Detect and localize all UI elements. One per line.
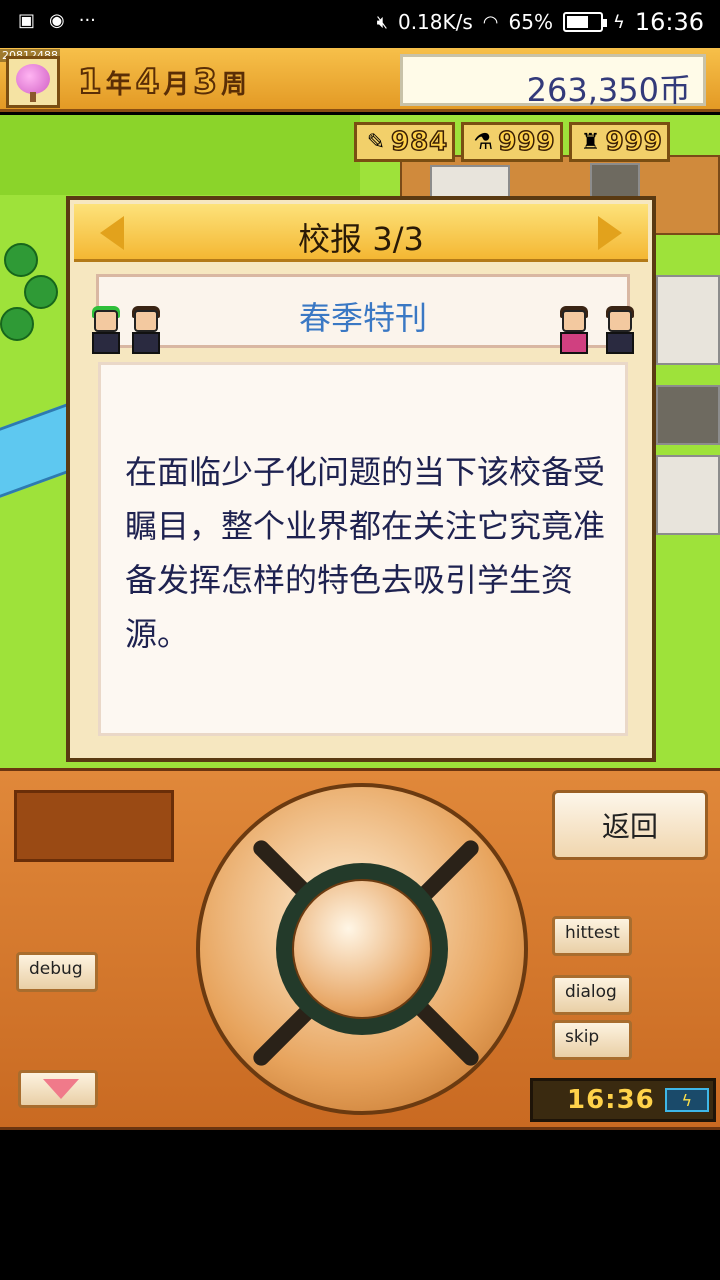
- building: [656, 275, 720, 365]
- chat-icon: ◉: [49, 10, 65, 31]
- down-arrow-icon: [43, 1079, 79, 1099]
- image-icon: ▣: [18, 10, 36, 31]
- student-avatar: [554, 306, 594, 356]
- student-avatar: [126, 306, 166, 356]
- resource-value: 999: [605, 126, 663, 158]
- debug-button[interactable]: debug: [16, 952, 98, 992]
- battery-icon: [562, 12, 607, 32]
- dialog-button[interactable]: dialog: [552, 975, 632, 1015]
- tree-icon: [0, 307, 34, 341]
- building: [656, 455, 720, 535]
- hittest-button[interactable]: hittest: [552, 916, 632, 956]
- resource-bar: ✎ 984 ⚗ 999 ♜ 999: [354, 122, 670, 162]
- wifi-icon: ◠: [482, 11, 499, 33]
- flask-icon: ⚗: [473, 129, 494, 155]
- money-display: 263,350币: [400, 54, 706, 109]
- resource-value: 984: [390, 126, 449, 158]
- more-icon: ···: [78, 10, 96, 31]
- battery-percent: 65%: [508, 10, 553, 34]
- battery-charging-icon: ϟ: [664, 1088, 709, 1112]
- trophy-icon: ♜: [580, 129, 601, 155]
- resource-counter: ⚗ 999: [461, 122, 563, 162]
- charging-icon: ϟ: [612, 11, 625, 33]
- dpad-wheel[interactable]: [196, 783, 528, 1115]
- school-tree-button[interactable]: [6, 56, 60, 108]
- info-screen: [14, 790, 174, 862]
- resource-value: 999: [498, 126, 556, 158]
- student-avatar: [86, 306, 126, 356]
- game-date: 1 年 4 月 3 周: [77, 61, 248, 103]
- resource-counter: ✎ 984: [354, 122, 456, 162]
- dpad-center-button[interactable]: [292, 879, 432, 1019]
- building: [656, 385, 720, 445]
- cherry-tree-icon: [16, 64, 50, 94]
- school-newspaper-dialog: 校报 3/3 春季特刊 在面临少子化问题的当下该校备受瞩目，整个业界都在关注它究…: [66, 196, 656, 762]
- money-value: 263,350币: [526, 71, 691, 109]
- game-clock: 16:36 ϟ: [530, 1078, 716, 1122]
- status-bar: ▣ ◉ ··· 🔇︎ 0.18K/s ◠ 65% ϟ 16:36: [0, 0, 720, 48]
- headline: 春季特刊: [298, 299, 427, 337]
- dialog-header: 校报 3/3: [74, 204, 648, 262]
- net-speed: 0.18K/s: [397, 10, 473, 34]
- clock-time: 16:36: [567, 1085, 655, 1115]
- article-box: 在面临少子化问题的当下该校备受瞩目，整个业界都在关注它究竟准备发挥怎样的特色去吸…: [98, 362, 628, 736]
- student-avatar: [600, 306, 640, 356]
- skip-button[interactable]: skip: [552, 1020, 632, 1060]
- dialog-title: 校报 3/3: [298, 220, 424, 258]
- return-button[interactable]: 返回: [552, 790, 708, 860]
- mute-icon: 🔇︎: [376, 11, 388, 33]
- tree-icon: [24, 275, 58, 309]
- scroll-down-button[interactable]: [18, 1070, 98, 1108]
- pencil-icon: ✎: [366, 129, 386, 155]
- headline-banner: 春季特刊: [96, 274, 630, 348]
- article-text: 在面临少子化问题的当下该校备受瞩目，整个业界都在关注它究竟准备发挥怎样的特色去吸…: [125, 453, 606, 653]
- resource-counter: ♜ 999: [568, 122, 670, 162]
- next-page-arrow-icon[interactable]: [598, 216, 622, 250]
- status-time: 16:36: [634, 8, 704, 36]
- tree-icon: [4, 243, 38, 277]
